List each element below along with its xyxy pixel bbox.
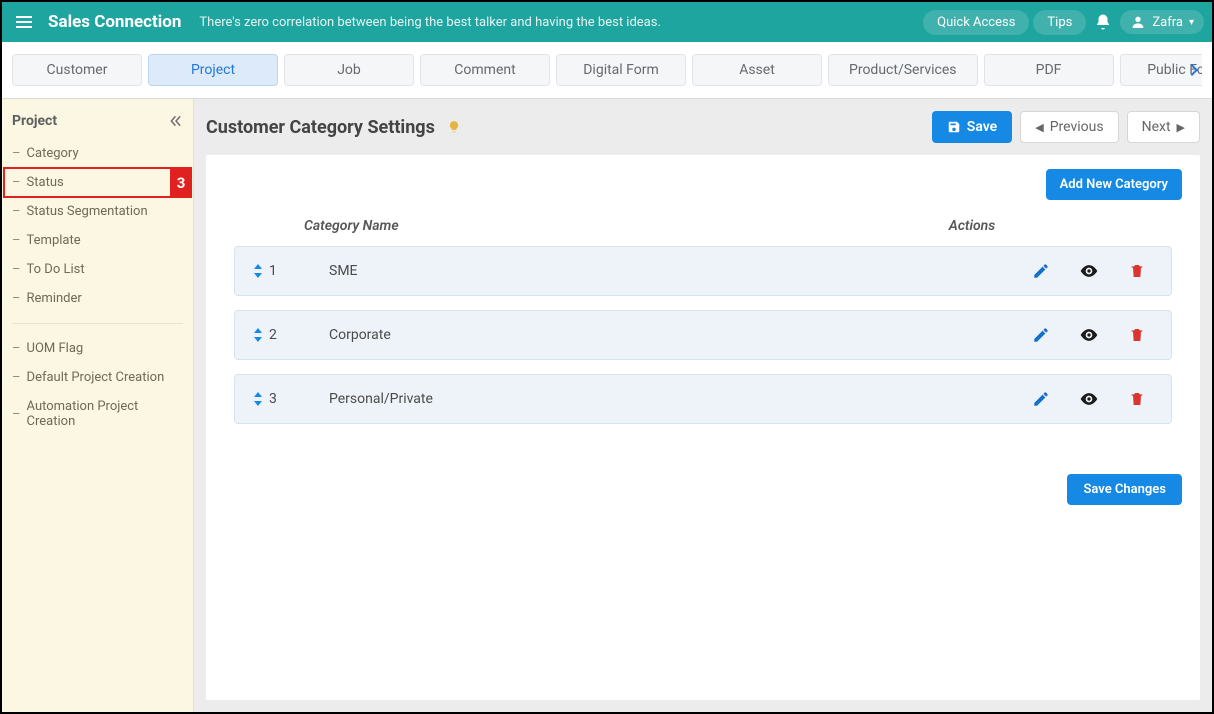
sidebar-item-label: UOM Flag (27, 341, 84, 356)
category-name: SME (329, 263, 1031, 279)
category-row: 3 Personal/Private (234, 374, 1172, 424)
dash-icon: – (12, 146, 21, 161)
user-name: Zafra (1152, 15, 1183, 30)
tabs-scroll-right-icon[interactable] (1186, 62, 1202, 78)
save-changes-button[interactable]: Save Changes (1067, 474, 1182, 505)
delete-icon[interactable] (1127, 389, 1147, 409)
sidebar-item-label: Status Segmentation (27, 204, 148, 219)
sort-handle-icon[interactable] (253, 328, 263, 342)
dash-icon: – (12, 175, 21, 190)
sidebar-item-default-project-creation[interactable]: –Default Project Creation (2, 363, 193, 392)
row-number: 3 (269, 391, 289, 407)
sort-handle-icon[interactable] (253, 392, 263, 406)
sidebar-title: Project (12, 113, 57, 129)
previous-label: Previous (1050, 119, 1104, 135)
annotation-badge: 3 (170, 167, 192, 198)
sort-handle-icon[interactable] (253, 264, 263, 278)
sidebar-item-label: Reminder (27, 291, 82, 306)
quick-access-button[interactable]: Quick Access (923, 10, 1029, 35)
page-title: Customer Category Settings (206, 117, 435, 138)
sidebar-item-label: Automation Project Creation (27, 399, 183, 429)
dash-icon: – (12, 291, 21, 306)
sidebar-item-category[interactable]: –Category (2, 139, 193, 168)
sidebar-item-to-do-list[interactable]: –To Do List (2, 255, 193, 284)
dash-icon: – (12, 407, 21, 422)
lightbulb-icon[interactable] (445, 118, 463, 136)
category-row: 1 SME (234, 246, 1172, 296)
dash-icon: – (12, 262, 21, 277)
topbar: Sales Connection There's zero correlatio… (2, 2, 1212, 42)
category-name: Personal/Private (329, 391, 1031, 407)
tips-button[interactable]: Tips (1033, 10, 1086, 35)
sidebar-item-status[interactable]: –Status 3 (4, 168, 191, 197)
avatar-icon (1130, 14, 1146, 30)
category-row: 2 Corporate (234, 310, 1172, 360)
tab-product-services[interactable]: Product/Services (828, 54, 978, 86)
module-tabs: CustomerProjectJobCommentDigital FormAss… (2, 42, 1212, 99)
settings-card: Add New Category Category Name Actions 1… (206, 155, 1200, 700)
row-actions (1031, 261, 1163, 281)
caret-left-icon: ◀ (1035, 121, 1043, 134)
sidebar-item-template[interactable]: –Template (2, 226, 193, 255)
save-label: Save (967, 119, 997, 135)
dash-icon: – (12, 204, 21, 219)
visibility-icon[interactable] (1079, 325, 1099, 345)
delete-icon[interactable] (1127, 325, 1147, 345)
sidebar: Project –Category–Status3–Status Segment… (2, 99, 194, 712)
next-label: Next (1142, 119, 1171, 135)
row-actions (1031, 389, 1163, 409)
sidebar-item-uom-flag[interactable]: –UOM Flag (2, 334, 193, 363)
brand-title: Sales Connection (48, 12, 181, 32)
sidebar-item-label: To Do List (27, 262, 85, 277)
dash-icon: – (12, 370, 21, 385)
sidebar-item-status-segmentation[interactable]: –Status Segmentation (2, 197, 193, 226)
dash-icon: – (12, 341, 21, 356)
previous-button[interactable]: ◀ Previous (1020, 111, 1118, 143)
bell-icon[interactable] (1090, 9, 1116, 35)
tab-job[interactable]: Job (284, 54, 414, 86)
next-button[interactable]: Next ▶ (1127, 111, 1200, 143)
tab-digital-form[interactable]: Digital Form (556, 54, 686, 86)
menu-icon[interactable] (10, 10, 38, 34)
row-number: 2 (269, 327, 289, 343)
sidebar-item-label: Default Project Creation (27, 370, 165, 385)
collapse-sidebar-icon[interactable] (169, 114, 183, 128)
save-icon (947, 120, 961, 134)
sidebar-item-label: Category (27, 146, 79, 161)
save-button[interactable]: Save (932, 111, 1012, 143)
column-actions: Actions (882, 218, 1062, 234)
user-menu-button[interactable]: Zafra ▾ (1120, 10, 1204, 34)
sidebar-item-reminder[interactable]: –Reminder (2, 284, 193, 313)
column-category-name: Category Name (264, 218, 882, 234)
category-name: Corporate (329, 327, 1031, 343)
caret-right-icon: ▶ (1177, 121, 1185, 134)
sidebar-item-label: Status (27, 175, 64, 190)
tab-project[interactable]: Project (148, 54, 278, 86)
tab-pdf[interactable]: PDF (984, 54, 1114, 86)
dash-icon: – (12, 233, 21, 248)
tab-customer[interactable]: Customer (12, 54, 142, 86)
tagline: There's zero correlation between being t… (199, 15, 660, 30)
delete-icon[interactable] (1127, 261, 1147, 281)
row-actions (1031, 325, 1163, 345)
row-number: 1 (269, 263, 289, 279)
edit-icon[interactable] (1031, 389, 1051, 409)
edit-icon[interactable] (1031, 261, 1051, 281)
tab-asset[interactable]: Asset (692, 54, 822, 86)
add-category-button[interactable]: Add New Category (1046, 169, 1182, 200)
sidebar-item-label: Template (27, 233, 81, 248)
sidebar-item-automation-project-creation[interactable]: –Automation Project Creation (2, 392, 193, 436)
visibility-icon[interactable] (1079, 261, 1099, 281)
edit-icon[interactable] (1031, 325, 1051, 345)
tab-comment[interactable]: Comment (420, 54, 550, 86)
sidebar-separator (12, 323, 183, 324)
visibility-icon[interactable] (1079, 389, 1099, 409)
chevron-down-icon: ▾ (1189, 17, 1194, 28)
main-content: Customer Category Settings Save ◀ Previo… (194, 99, 1212, 712)
